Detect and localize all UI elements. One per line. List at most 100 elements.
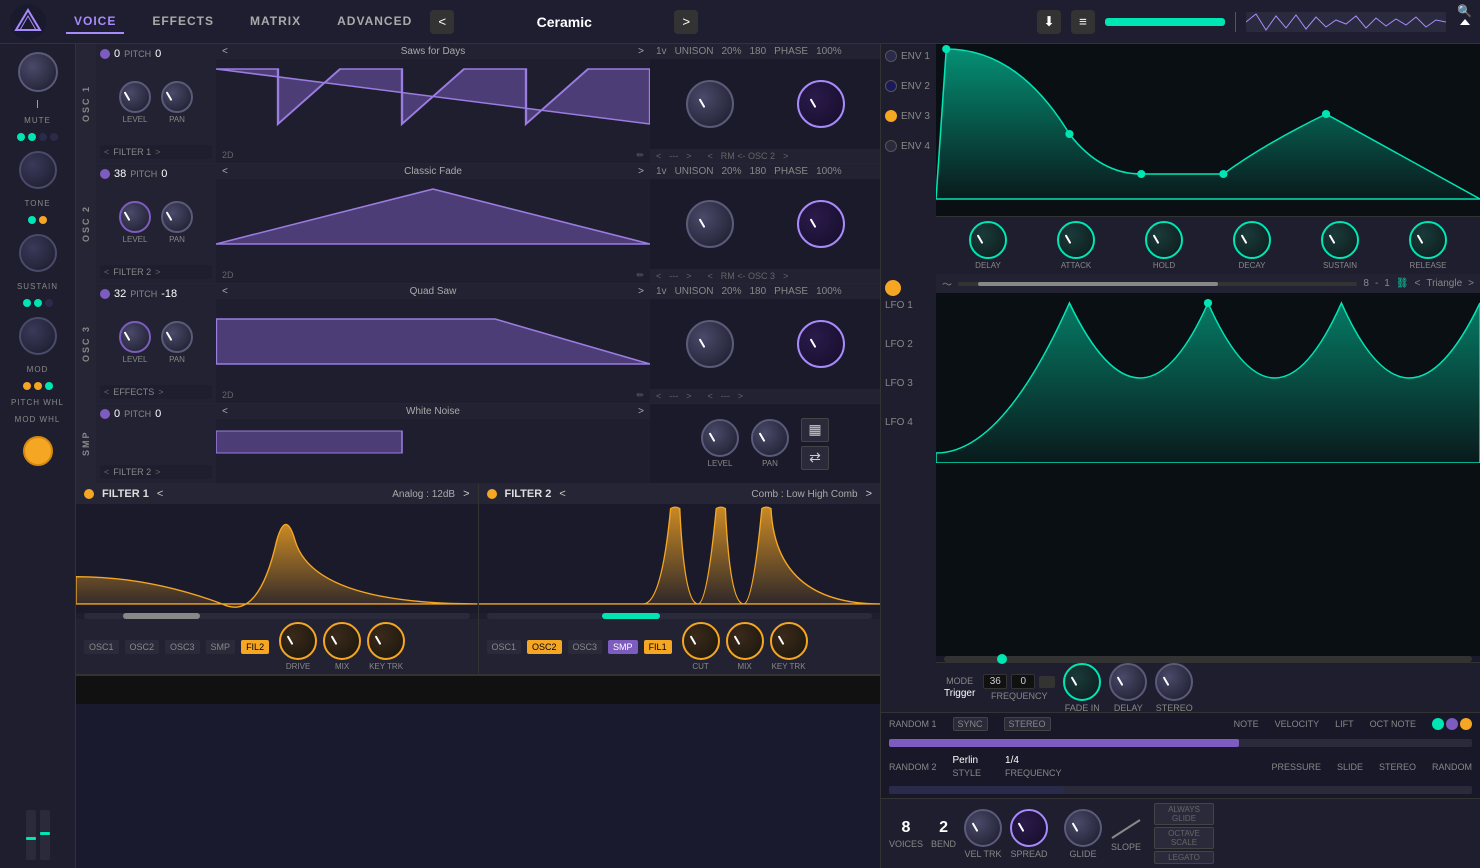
menu-button[interactable]: ≡ [1071, 10, 1095, 34]
f1-drive-knob[interactable] [279, 622, 317, 660]
r1-sync-btn[interactable]: SYNC [953, 717, 988, 731]
osc2-phase-knob[interactable] [797, 200, 845, 248]
env-search-icon[interactable]: 🔍 [1457, 4, 1472, 18]
lfo-delay-knob[interactable] [1109, 663, 1147, 701]
random-section: RANDOM 1 SYNC STEREO NOTE VELOCITY LIFT … [881, 712, 1480, 798]
smp-active-dot[interactable] [100, 409, 110, 419]
master-knob[interactable] [18, 52, 58, 92]
env-release-knob[interactable] [1409, 221, 1447, 259]
osc3-right: 1v UNISON 20% 180 PHASE 100% < --- > < -… [650, 284, 880, 403]
osc1-pan-knob[interactable] [161, 81, 193, 113]
octnote-label: OCT NOTE [1370, 719, 1416, 729]
osc3-pan-knob[interactable] [161, 321, 193, 353]
spread-knob[interactable] [1010, 809, 1048, 847]
env3-label[interactable]: ENV 3 [885, 110, 932, 122]
tab-effects[interactable]: EFFECTS [144, 10, 222, 34]
osc1-active-dot[interactable] [100, 49, 110, 59]
f2-smp-btn[interactable]: SMP [608, 640, 638, 654]
env-hold-knob[interactable] [1145, 221, 1183, 259]
osc3-active-dot[interactable] [100, 289, 110, 299]
f2-keytrk-knob[interactable] [770, 622, 808, 660]
smp-pan-knob[interactable] [751, 419, 789, 457]
osc1-phase-knob[interactable] [797, 80, 845, 128]
f1-osc3-btn[interactable]: OSC3 [165, 640, 200, 654]
env4-label[interactable]: ENV 4 [885, 140, 932, 152]
lfo-position-slider[interactable] [944, 656, 1472, 662]
f1-keytrk-knob[interactable] [367, 622, 405, 660]
mod-knob[interactable] [19, 317, 57, 355]
osc3-level-knob[interactable] [119, 321, 151, 353]
env2-label[interactable]: ENV 2 [885, 80, 932, 92]
osc2-active-dot[interactable] [100, 169, 110, 179]
osc1-wave: < Saws for Days > 2D ✏ [216, 44, 650, 163]
lfo-freq-icon[interactable] [1039, 676, 1055, 688]
glide-knob[interactable] [1064, 809, 1102, 847]
osc1-wave-name: Saws for Days [401, 46, 465, 57]
r2-frequency: 1/4 FREQUENCY [1005, 755, 1062, 778]
sustain-knob[interactable] [19, 234, 57, 272]
slope-label: SLOPE [1111, 842, 1141, 852]
filter1-panel: FILTER 1 < Analog : 12dB > [76, 484, 479, 674]
osc2-unison-knob[interactable] [686, 200, 734, 248]
f1-smp-btn[interactable]: SMP [206, 640, 236, 654]
lfo1-label[interactable]: LFO 1 [885, 300, 932, 311]
osc1-edit-icon[interactable]: ✏ [636, 150, 644, 161]
sample-load-icon[interactable]: ▦ [801, 418, 829, 442]
tone-knob[interactable] [19, 151, 57, 189]
voices-val: 8 [902, 819, 911, 837]
octave-scale-btn[interactable]: OCTAVE SCALE [1154, 827, 1214, 849]
lfo-freq-left[interactable]: 36 [983, 674, 1007, 689]
vel-trk-knob[interactable] [964, 809, 1002, 847]
env1-label[interactable]: ENV 1 [885, 50, 932, 62]
osc1-filter-row: < FILTER 1 > [100, 145, 212, 159]
lfo1-dot[interactable] [885, 280, 901, 296]
lfo2-label[interactable]: LFO 2 [885, 339, 932, 350]
filter-section: FILTER 1 < Analog : 12dB > [76, 484, 880, 674]
app-logo [10, 4, 46, 40]
f2-osc2-btn[interactable]: OSC2 [527, 640, 562, 654]
env-sustain-knob[interactable] [1321, 221, 1359, 259]
f2-fil1-btn[interactable]: FIL1 [644, 640, 672, 654]
lfo3-label[interactable]: LFO 3 [885, 378, 932, 389]
osc1-level-knob[interactable] [119, 81, 151, 113]
osc2-pan-knob[interactable] [161, 201, 193, 233]
lfo-sidebar: LFO 1 LFO 2 LFO 3 LFO 4 [881, 274, 936, 712]
env-delay-knob[interactable] [969, 221, 1007, 259]
env-main: 🔍 [936, 44, 1480, 274]
osc3-phase-knob[interactable] [797, 320, 845, 368]
tab-advanced[interactable]: ADVANCED [329, 10, 420, 34]
tab-voice[interactable]: VOICE [66, 10, 124, 34]
f1-fil2-btn[interactable]: FIL2 [241, 640, 269, 654]
f1-osc2-btn[interactable]: OSC2 [125, 640, 160, 654]
env-attack-knob[interactable] [1057, 221, 1095, 259]
lfo-stereo-knob[interactable] [1155, 663, 1193, 701]
osc1-wave-prev[interactable]: < [222, 46, 228, 57]
f2-cut-knob[interactable] [682, 622, 720, 660]
osc1-unison-knob[interactable] [686, 80, 734, 128]
osc3-unison-knob[interactable] [686, 320, 734, 368]
lfo-section: LFO 1 LFO 2 LFO 3 LFO 4 〜 8 - 1 ⛓ < Tri [881, 274, 1480, 712]
lfo-freq-right[interactable]: 0 [1011, 674, 1035, 689]
smp-level-knob[interactable] [701, 419, 739, 457]
osc1-wave-next[interactable]: > [638, 46, 644, 57]
legato-btn[interactable]: LEGATO [1154, 851, 1214, 864]
lfo4-label[interactable]: LFO 4 [885, 417, 932, 428]
osc2-pitch-left: 38 [114, 168, 126, 180]
preset-next-button[interactable]: > [674, 10, 698, 34]
f2-osc3-btn[interactable]: OSC3 [568, 640, 603, 654]
lfo-fadein-knob[interactable] [1063, 663, 1101, 701]
f2-osc1-btn[interactable]: OSC1 [487, 640, 522, 654]
preset-prev-button[interactable]: < [430, 10, 454, 34]
r1-stereo-btn[interactable]: STEREO [1004, 717, 1051, 731]
osc2-level-knob[interactable] [119, 201, 151, 233]
save-button[interactable]: ⬇ [1037, 10, 1061, 34]
bottom-circle[interactable] [23, 436, 53, 466]
tab-matrix[interactable]: MATRIX [242, 10, 309, 34]
f1-mix-knob[interactable] [323, 622, 361, 660]
env-decay-knob[interactable] [1233, 221, 1271, 259]
f1-osc1-btn[interactable]: OSC1 [84, 640, 119, 654]
always-glide-btn[interactable]: ALWAYS GLIDE [1154, 803, 1214, 825]
env-sidebar: ENV 1 ENV 2 ENV 3 ENV 4 [881, 44, 936, 274]
f2-mix-knob[interactable] [726, 622, 764, 660]
sample-shuffle-icon[interactable]: ⇄ [801, 446, 829, 470]
